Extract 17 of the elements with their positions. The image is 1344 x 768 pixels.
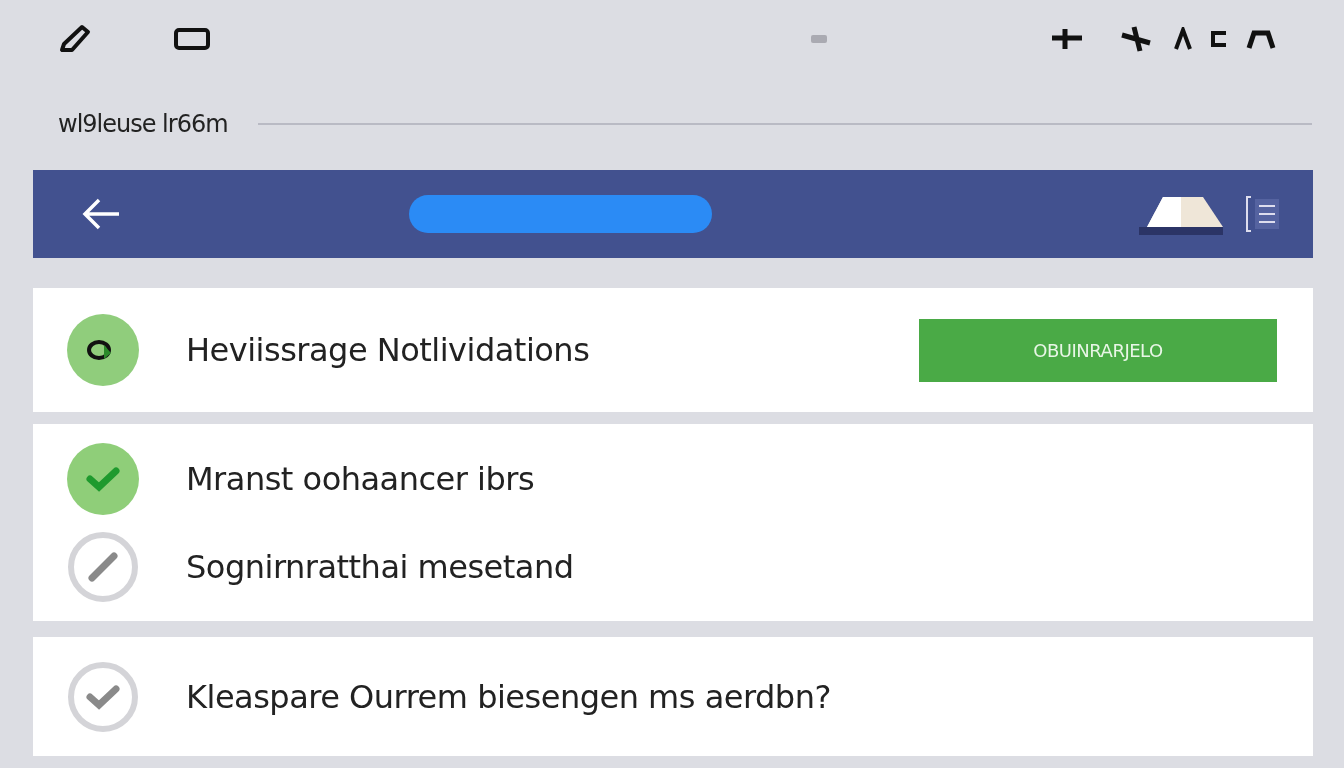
setting-label: Sognirnratthai mesetand — [186, 547, 574, 586]
arch-icon[interactable] — [1246, 29, 1276, 49]
setting-label: Kleaspare Ourrem biesengen ms aerdbn? — [186, 677, 831, 716]
caret-icon[interactable] — [1174, 27, 1192, 51]
bracket-icon[interactable] — [1210, 30, 1228, 48]
plus-icon[interactable] — [1050, 27, 1084, 51]
check-circle-icon[interactable] — [66, 659, 140, 734]
card-title: Heviissrage Notlividations — [186, 331, 590, 369]
window-icon[interactable] — [174, 28, 210, 50]
setting-label: Mranst oohaancer ibrs — [186, 459, 535, 498]
slash-circle-icon[interactable] — [66, 529, 140, 604]
pencil-icon[interactable] — [58, 24, 92, 54]
page-title: wl9leuse lr66m — [58, 110, 228, 138]
action-button[interactable]: OBUINRARJELO — [919, 318, 1277, 382]
check-circle-icon[interactable] — [66, 441, 140, 516]
leaf-circle-icon — [66, 313, 140, 387]
back-icon[interactable] — [81, 197, 121, 231]
